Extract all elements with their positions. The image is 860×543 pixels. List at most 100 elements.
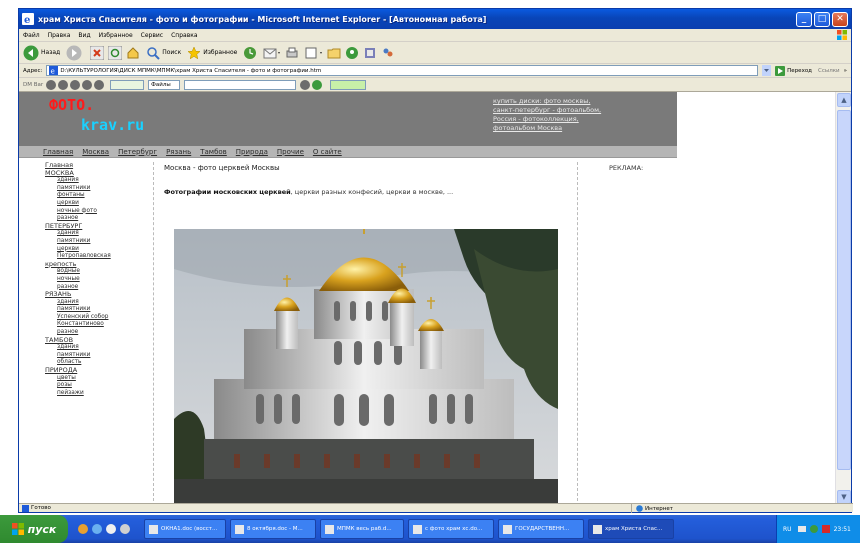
sidebar-sublink[interactable]: здания [45, 344, 145, 352]
files-dropdown[interactable]: Файлы [148, 79, 181, 90]
print-icon[interactable] [285, 46, 299, 60]
scroll-thumb[interactable] [837, 110, 851, 470]
site-logo-top[interactable]: ФОТО. [49, 96, 94, 114]
sidebar-sublink[interactable]: памятники [45, 306, 145, 314]
nav-nature[interactable]: Природа [236, 148, 268, 156]
sidebar-sublink[interactable]: цветы [45, 375, 145, 383]
quicklaunch-ie-icon[interactable] [92, 524, 102, 534]
scroll-up-arrow-icon[interactable]: ▲ [837, 93, 851, 107]
nav-other[interactable]: Прочие [277, 148, 304, 156]
sidebar-sublink[interactable]: Успенский собор [45, 314, 145, 322]
header-link-russia[interactable]: Россия - фотоколлекция, [493, 115, 579, 123]
title-bar[interactable]: e храм Христа Спасителя - фото и фотогра… [19, 9, 851, 29]
favorites-button[interactable]: Избранное [187, 45, 237, 60]
menu-view[interactable]: Вид [78, 32, 90, 39]
sidebar-sublink[interactable]: фонтаны [45, 192, 145, 200]
cathedral-photo[interactable] [174, 229, 558, 506]
dm-button-5[interactable] [94, 79, 105, 90]
dropdown-arrow-icon[interactable] [762, 65, 772, 76]
mail-icon[interactable] [263, 46, 281, 60]
site-logo-bottom[interactable]: krav.ru [81, 116, 144, 134]
menu-favorites[interactable]: Избранное [99, 32, 133, 39]
sidebar-section-link[interactable]: ТАМБОВ [45, 336, 145, 345]
go-button[interactable]: Переход [775, 65, 812, 76]
sidebar-sublink[interactable]: пейзажи [45, 390, 145, 398]
dm-download-icon[interactable] [312, 79, 323, 90]
address-input[interactable]: e D:\КУЛЬТУРОЛОГИЯ\ДИСК МПМК\МПМК\храм Х… [46, 65, 759, 76]
sidebar-sublink[interactable]: здания [45, 230, 145, 238]
sidebar-sublink[interactable]: здания [45, 299, 145, 307]
sidebar-section-link[interactable]: ПРИРОДА [45, 366, 145, 375]
network-icon[interactable] [809, 525, 818, 533]
sidebar-section-link[interactable]: МОСКВА [45, 169, 145, 178]
sidebar-sublink[interactable]: памятники [45, 352, 145, 360]
task-button-2[interactable]: 8 октября.doc - M... [230, 519, 316, 539]
search-button[interactable]: Поиск [146, 46, 181, 60]
task-button-4[interactable]: с фото храм хс.do... [408, 519, 494, 539]
research-icon[interactable] [363, 46, 377, 60]
task-button-6[interactable]: храм Христа Спас... [588, 519, 674, 539]
stop-icon[interactable] [90, 45, 105, 60]
scroll-down-arrow-icon[interactable]: ▼ [837, 490, 851, 504]
dm-button-4[interactable] [82, 79, 93, 90]
start-button[interactable]: пуск [0, 515, 68, 543]
dm-button-1[interactable] [46, 79, 57, 90]
menu-edit[interactable]: Правка [48, 32, 71, 39]
nav-home[interactable]: Главная [43, 148, 73, 156]
dm-button-2[interactable] [58, 79, 69, 90]
nav-petersburg[interactable]: Петербург [118, 148, 157, 156]
sidebar-sublink[interactable]: водные [45, 268, 145, 276]
folder-icon[interactable] [327, 46, 341, 60]
back-button[interactable]: Назад [23, 45, 60, 61]
search-label: Поиск [162, 49, 182, 56]
sidebar-sublink[interactable]: розы [45, 382, 145, 390]
sidebar-sublink[interactable]: Константиново [45, 321, 145, 329]
task-button-5[interactable]: ГОСУДАРСТВЕНН... [498, 519, 584, 539]
close-button[interactable]: ✕ [832, 11, 848, 27]
nav-moscow[interactable]: Москва [82, 148, 109, 156]
refresh-icon[interactable] [108, 45, 123, 60]
task-button-3[interactable]: МПМК весь раб.d... [320, 519, 404, 539]
nav-about[interactable]: О сайте [313, 148, 342, 156]
header-link-spb[interactable]: санкт-петербург - фотоальбом, [493, 106, 601, 114]
header-link-moscow-album[interactable]: фотоальбом Москва [493, 124, 562, 132]
sidebar-sublink[interactable]: церкви [45, 246, 145, 254]
links-label[interactable]: Ссылки [818, 68, 840, 74]
dm-green-button[interactable] [110, 79, 145, 90]
task-button-1[interactable]: ОКНА1.doc (восст... [144, 519, 226, 539]
edit-icon[interactable] [305, 46, 323, 60]
sidebar-sublink[interactable]: ночные [45, 276, 145, 284]
sidebar-sublink[interactable]: церкви [45, 200, 145, 208]
sidebar-sublink[interactable]: памятники [45, 185, 145, 193]
links-expand-icon[interactable]: » [844, 68, 847, 74]
home-icon[interactable] [126, 46, 140, 60]
dm-button-6[interactable] [300, 79, 311, 90]
history-icon[interactable] [243, 46, 257, 60]
sidebar-section-link[interactable]: ПЕТЕРБУРГ [45, 222, 145, 231]
nav-ryazan[interactable]: Рязань [166, 148, 191, 156]
quicklaunch-3-icon[interactable] [106, 524, 116, 534]
keyboard-icon[interactable] [797, 526, 806, 532]
sidebar-sublink[interactable]: ночные фото [45, 208, 145, 216]
vertical-scrollbar[interactable]: ▲ ▼ [835, 92, 851, 506]
dm-button-3[interactable] [70, 79, 81, 90]
messenger-icon[interactable] [345, 46, 359, 60]
minimize-button[interactable]: _ [796, 11, 812, 27]
quicklaunch-1-icon[interactable] [78, 524, 88, 534]
language-indicator[interactable]: RU [783, 526, 792, 533]
forward-button[interactable] [66, 45, 84, 61]
menu-file[interactable]: Файл [23, 32, 40, 39]
sidebar-section-link[interactable]: крепость [45, 260, 145, 269]
nav-tambov[interactable]: Тамбов [200, 148, 227, 156]
menu-help[interactable]: Справка [171, 32, 197, 39]
quicklaunch-4-icon[interactable] [120, 524, 130, 534]
sidebar-sublink[interactable]: здания [45, 177, 145, 185]
sidebar-sublink[interactable]: памятники [45, 238, 145, 246]
header-link-buy-discs[interactable]: купить диски: фото москвы, [493, 97, 590, 105]
maximize-button[interactable]: □ [814, 11, 830, 27]
dm-search-input[interactable] [184, 79, 297, 90]
antivirus-icon[interactable] [821, 525, 830, 533]
people-icon[interactable] [381, 46, 395, 60]
menu-tools[interactable]: Сервис [141, 32, 163, 39]
sidebar-section-link[interactable]: РЯЗАНЬ [45, 290, 145, 299]
